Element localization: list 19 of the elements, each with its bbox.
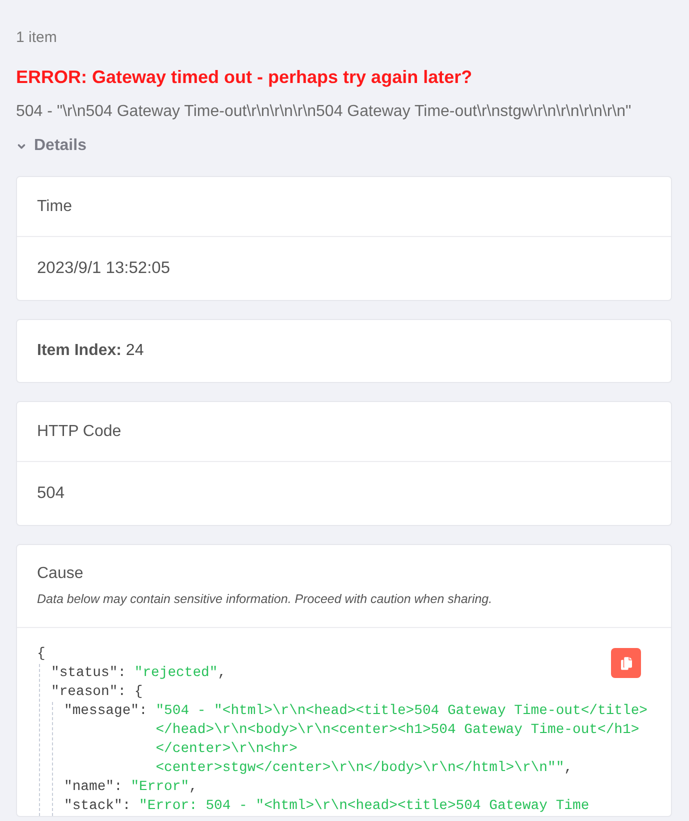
error-message: 504 - "\r\n504 Gateway Time-out\r\n\r\n\r\n504 Gateway Time-out\r\nstgw\r\n\r\n\r\n\r\n" <box>16 102 632 122</box>
code-line: "reason": { <box>51 683 143 702</box>
copy-icon <box>620 656 632 670</box>
card-title: Time <box>37 198 72 216</box>
card-title: HTTP Code <box>37 422 122 440</box>
code-line: "message": "504 - "<html>\r\n<head><title>504 Gateway Time-out</title> </head>\r\n<body>\r\n<center><h1>504 Gateway Time-out</h1> </center>\r\n<hr> <center>stgw</center>\r\n</body>\r\n</html>\r\n"", <box>64 702 648 778</box>
card-value: 504 <box>37 484 65 503</box>
card-text: Item Index: 24 <box>37 342 144 360</box>
copy-button[interactable] <box>611 648 641 678</box>
item-count: 1 item <box>16 29 58 47</box>
code-line: "status": "rejected", <box>51 664 226 683</box>
card-value: 2023/9/1 13:52:05 <box>37 259 170 278</box>
error-title: ERROR: Gateway timed out - perhaps try again later? <box>16 66 474 88</box>
card-title: Cause <box>37 564 84 584</box>
details-toggle[interactable]: Details <box>16 136 86 156</box>
code-line: "stack": "Error: 504 - "<html>\r\n<head><title>504 Gateway Time <box>64 797 590 816</box>
warning-note: Data below may contain sensitive information. Proceed with caution when sharing. <box>37 591 492 607</box>
code-line: { <box>37 645 46 664</box>
code-line: "name": "Error", <box>64 778 198 797</box>
